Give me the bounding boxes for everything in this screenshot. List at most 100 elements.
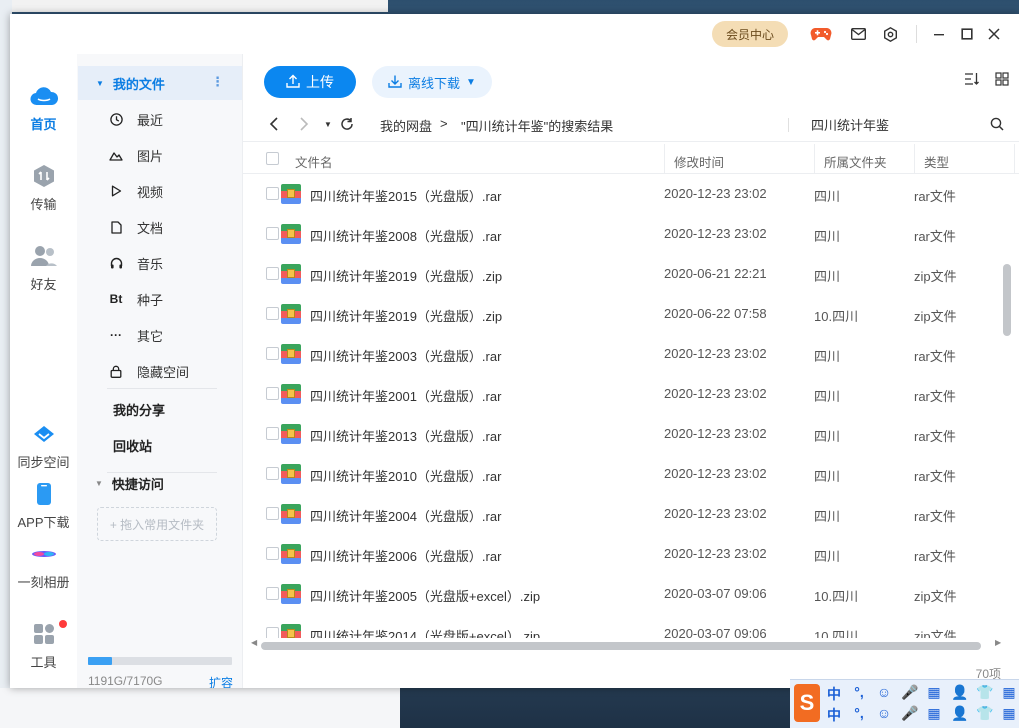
file-folder[interactable]: 四川 — [814, 186, 840, 205]
offline-download-button[interactable]: 离线下载 ▼ — [372, 66, 492, 98]
ime-tool-icon[interactable]: 👕 — [976, 684, 993, 704]
sidebar-item-videos[interactable]: 视频 — [109, 179, 163, 203]
ime-tool-icon[interactable]: 中 — [826, 705, 842, 725]
file-folder[interactable]: 10.四川 — [814, 626, 858, 638]
file-folder[interactable]: 10.四川 — [814, 306, 858, 325]
sogou-logo-icon[interactable]: S — [794, 684, 820, 722]
file-folder[interactable]: 四川 — [814, 426, 840, 445]
file-folder[interactable]: 四川 — [814, 546, 840, 565]
column-header-modified[interactable]: 修改时间 — [674, 152, 724, 171]
file-folder[interactable]: 10.四川 — [814, 586, 858, 605]
row-checkbox[interactable] — [266, 587, 279, 600]
sidebar-my-files[interactable]: ▼ 我的文件 ⋮ — [78, 66, 242, 100]
sidebar-item-torrents[interactable]: Bt 种子 — [109, 287, 163, 311]
nav-friends[interactable]: 好友 — [10, 242, 77, 293]
scroll-left-arrow-icon[interactable]: ◀ — [251, 638, 257, 647]
search-input[interactable] — [811, 112, 971, 136]
column-header-name[interactable]: 文件名 — [295, 152, 333, 171]
maximize-icon[interactable] — [955, 22, 979, 46]
table-row[interactable]: 四川统计年鉴2003（光盘版）.rar 2020-12-23 23:02 四川 rar… — [243, 334, 1003, 374]
file-name[interactable]: 四川统计年鉴2005（光盘版+excel）.zip — [310, 586, 540, 605]
file-name[interactable]: 四川统计年鉴2001（光盘版）.rar — [310, 386, 501, 405]
sidebar-item-images[interactable]: 图片 — [109, 143, 163, 167]
file-name[interactable]: 四川统计年鉴2019（光盘版）.zip — [310, 266, 502, 285]
drop-folder-zone[interactable]: + 拖入常用文件夹 — [97, 507, 217, 541]
expand-storage-link[interactable]: 扩容 — [209, 674, 233, 688]
table-row[interactable]: 四川统计年鉴2019（光盘版）.zip 2020-06-21 22:21 四川 zip… — [243, 254, 1003, 294]
sidebar-recycle-bin[interactable]: 回收站 — [113, 436, 152, 455]
file-folder[interactable]: 四川 — [814, 266, 840, 285]
row-checkbox[interactable] — [266, 347, 279, 360]
sidebar-my-share[interactable]: 我的分享 — [113, 400, 165, 419]
nav-transfer[interactable]: 传输 — [10, 162, 77, 213]
column-header-folder[interactable]: 所属文件夹 — [824, 152, 887, 171]
more-vertical-icon[interactable]: ⋮ — [211, 74, 224, 90]
nav-sync-space[interactable]: 同步空间 — [10, 420, 77, 471]
row-checkbox[interactable] — [266, 507, 279, 520]
file-folder[interactable]: 四川 — [814, 226, 840, 245]
row-checkbox[interactable] — [266, 547, 279, 560]
file-name[interactable]: 四川统计年鉴2015（光盘版）.rar — [310, 186, 501, 205]
table-row[interactable]: 四川统计年鉴2014（光盘版+excel）.zip 2020-03-07 09:0… — [243, 614, 1003, 638]
back-arrow-icon[interactable] — [265, 115, 283, 133]
row-checkbox[interactable] — [266, 267, 279, 280]
ime-tool-icon[interactable]: ☺ — [876, 705, 892, 725]
table-row[interactable]: 四川统计年鉴2010（光盘版）.rar 2020-12-23 23:02 四川 rar… — [243, 454, 1003, 494]
ime-tool-icon[interactable]: 中 — [826, 684, 842, 704]
ime-tool-icon[interactable]: ▦ — [1001, 705, 1017, 725]
forward-arrow-icon[interactable] — [295, 115, 313, 133]
nav-home[interactable]: 首页 — [10, 82, 77, 133]
file-folder[interactable]: 四川 — [814, 386, 840, 405]
table-row[interactable]: 四川统计年鉴2005（光盘版+excel）.zip 2020-03-07 09:0… — [243, 574, 1003, 614]
file-name[interactable]: 四川统计年鉴2010（光盘版）.rar — [310, 466, 501, 485]
file-name[interactable]: 四川统计年鉴2004（光盘版）.rar — [310, 506, 501, 525]
file-folder[interactable]: 四川 — [814, 506, 840, 525]
table-row[interactable]: 四川统计年鉴2004（光盘版）.rar 2020-12-23 23:02 四川 rar… — [243, 494, 1003, 534]
sidebar-item-music[interactable]: 音乐 — [109, 251, 163, 275]
settings-icon[interactable] — [878, 22, 902, 46]
ime-tool-icon[interactable]: °, — [851, 684, 867, 704]
horizontal-scroll-thumb[interactable] — [261, 642, 981, 650]
ime-tool-icon[interactable]: 👕 — [976, 705, 993, 725]
file-name[interactable]: 四川统计年鉴2008（光盘版）.rar — [310, 226, 501, 245]
row-checkbox[interactable] — [266, 467, 279, 480]
ime-tool-icon[interactable]: ▦ — [926, 705, 942, 725]
gamepad-icon[interactable] — [809, 22, 833, 46]
breadcrumb-root[interactable]: 我的网盘 — [380, 116, 432, 135]
file-name[interactable]: 四川统计年鉴2014（光盘版+excel）.zip — [310, 626, 540, 638]
ime-tool-icon[interactable]: 👤 — [951, 684, 968, 704]
table-row[interactable]: 四川统计年鉴2019（光盘版）.zip 2020-06-22 07:58 10.四川… — [243, 294, 1003, 334]
ime-tool-icon[interactable]: ▦ — [926, 684, 942, 704]
nav-tools[interactable]: 工具 — [10, 620, 77, 671]
history-dropdown-icon[interactable]: ▼ — [319, 115, 337, 133]
row-checkbox[interactable] — [266, 427, 279, 440]
row-checkbox[interactable] — [266, 307, 279, 320]
select-all-checkbox[interactable] — [266, 152, 279, 165]
sidebar-item-hidden-space[interactable]: 隐藏空间 — [109, 359, 189, 383]
minimize-icon[interactable] — [927, 22, 951, 46]
table-row[interactable]: 四川统计年鉴2008（光盘版）.rar 2020-12-23 23:02 四川 rar… — [243, 214, 1003, 254]
ime-tool-icon[interactable]: ☺ — [876, 684, 892, 704]
upload-button[interactable]: 上传 — [264, 66, 356, 98]
ime-tool-icon[interactable]: 👤 — [951, 705, 968, 725]
scroll-right-arrow-icon[interactable]: ▶ — [995, 638, 1001, 647]
file-name[interactable]: 四川统计年鉴2019（光盘版）.zip — [310, 306, 502, 325]
vip-center-button[interactable]: 会员中心 — [712, 21, 788, 47]
grid-view-icon[interactable] — [993, 70, 1011, 88]
nav-app-download[interactable]: APP下载 — [10, 480, 77, 531]
mail-icon[interactable] — [846, 22, 870, 46]
file-name[interactable]: 四川统计年鉴2013（光盘版）.rar — [310, 426, 501, 445]
table-row[interactable]: 四川统计年鉴2006（光盘版）.rar 2020-12-23 23:02 四川 rar… — [243, 534, 1003, 574]
nav-album[interactable]: 一刻相册 — [10, 540, 77, 591]
sidebar-item-documents[interactable]: 文档 — [109, 215, 163, 239]
ime-tool-icon[interactable]: °, — [851, 705, 867, 725]
ime-tool-icon[interactable]: ▦ — [1001, 684, 1017, 704]
row-checkbox[interactable] — [266, 387, 279, 400]
search-icon[interactable] — [988, 115, 1006, 133]
sort-icon[interactable] — [963, 70, 981, 88]
row-checkbox[interactable] — [266, 227, 279, 240]
row-checkbox[interactable] — [266, 627, 279, 638]
file-name[interactable]: 四川统计年鉴2006（光盘版）.rar — [310, 546, 501, 565]
refresh-icon[interactable] — [338, 115, 356, 133]
row-checkbox[interactable] — [266, 187, 279, 200]
